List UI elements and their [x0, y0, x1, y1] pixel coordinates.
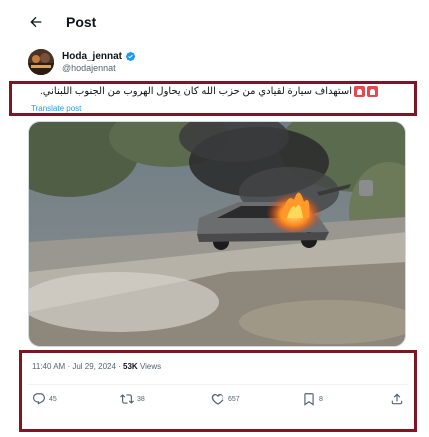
- burning-car-photo: [29, 122, 405, 346]
- post-time: 11:40 AM: [32, 362, 66, 371]
- reply-icon: [33, 393, 45, 405]
- tweet-text: استهداف سيارة لقيادي من حزب الله كان يحا…: [40, 86, 378, 97]
- tweet-text-highlight: استهداف سيارة لقيادي من حزب الله كان يحا…: [9, 81, 417, 116]
- repost-icon: [120, 394, 134, 404]
- verified-badge-icon: [125, 52, 136, 62]
- police-light-icon: [354, 86, 365, 97]
- arrow-left-icon: [30, 16, 42, 28]
- post-meta-highlight: 11:40 AM · Jul 29, 2024 · 53K Views 45 3…: [19, 350, 417, 432]
- repost-count: 38: [137, 395, 145, 403]
- views-count: 53K: [123, 362, 138, 371]
- action-bar: 45 38 657 8: [22, 392, 414, 412]
- post-header: Post: [0, 0, 429, 44]
- views-label: Views: [137, 362, 162, 371]
- repost-button[interactable]: 38: [120, 392, 145, 406]
- share-icon: [391, 393, 403, 405]
- post-image[interactable]: [28, 121, 406, 347]
- reply-count: 45: [49, 395, 57, 403]
- author-display-name[interactable]: Hoda_jennat: [62, 51, 122, 63]
- meta-separator: ·: [115, 362, 124, 371]
- tweet-body: استهداف سيارة لقيادي من حزب الله كان يحا…: [40, 86, 352, 97]
- divider: [28, 384, 408, 385]
- post-timestamp[interactable]: 11:40 AM · Jul 29, 2024 · 53K Views: [32, 362, 161, 371]
- bookmark-count: 8: [319, 395, 323, 403]
- police-light-icon: [367, 86, 378, 97]
- avatar[interactable]: [28, 49, 54, 75]
- like-count: 657: [228, 395, 240, 403]
- reply-button[interactable]: 45: [32, 392, 57, 406]
- back-button[interactable]: [26, 12, 46, 32]
- post-date: Jul 29, 2024: [72, 362, 116, 371]
- like-button[interactable]: 657: [211, 392, 240, 406]
- bookmark-icon: [304, 393, 314, 406]
- author-row[interactable]: Hoda_jennat @hodajennat: [28, 47, 136, 77]
- page-title: Post: [66, 14, 97, 30]
- share-button[interactable]: [390, 392, 404, 406]
- bookmark-button[interactable]: 8: [302, 392, 323, 406]
- author-handle[interactable]: @hodajennat: [62, 63, 136, 73]
- heart-icon: [211, 394, 224, 405]
- translate-post-link[interactable]: Translate post: [31, 104, 81, 113]
